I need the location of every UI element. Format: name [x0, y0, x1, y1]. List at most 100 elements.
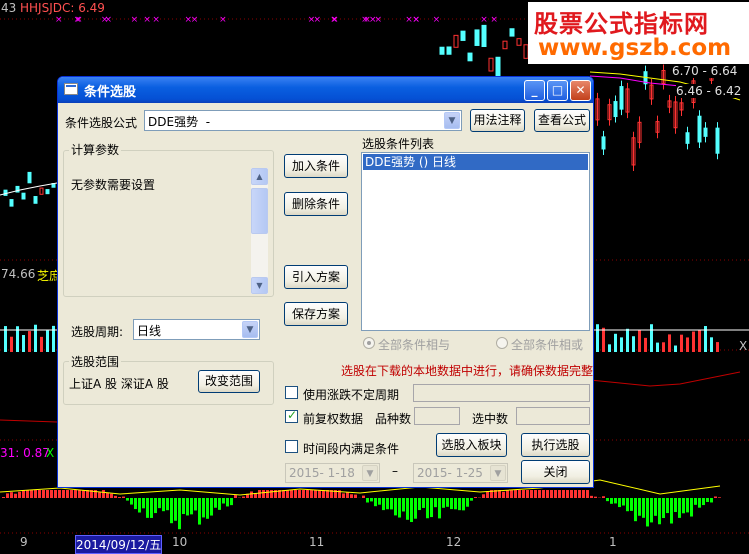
macd-bar [194, 498, 197, 511]
period-select[interactable]: 日线 ▼ [133, 319, 260, 340]
macd-bar [386, 498, 389, 510]
macd-bar [646, 498, 649, 527]
macd-bar [66, 490, 69, 498]
minimize-button[interactable]: _ [524, 80, 545, 101]
save-plan-button[interactable]: 保存方案 [284, 302, 348, 326]
macd-bar [102, 490, 105, 498]
macd-bar [46, 490, 49, 498]
macd-bar [242, 496, 245, 498]
time-range-label: 时间段内满足条件 [303, 442, 400, 456]
signal-marker: × [131, 15, 139, 25]
macd-bar [482, 494, 485, 498]
macd-bar [226, 498, 229, 507]
data-notice: 选股在下载的本地数据中进行，请确保数据完整 [341, 364, 594, 378]
scroll-up-icon[interactable]: ▲ [251, 168, 268, 185]
close-button[interactable]: 关闭 [521, 460, 590, 484]
dialog-titlebar[interactable]: 条件选股 _ □ ✕ [58, 77, 593, 103]
chevron-down-icon[interactable]: ▼ [242, 321, 258, 338]
macd-bar [594, 496, 597, 498]
macd-bar [134, 498, 137, 510]
macd-bar [450, 498, 453, 510]
macd-bar [454, 498, 457, 510]
maximize-button[interactable]: □ [547, 80, 568, 101]
condition-list[interactable]: DDE强势 () 日线 [361, 152, 590, 331]
macd-bar [630, 498, 633, 511]
candlestick [446, 46, 452, 55]
calc-params-group [63, 150, 274, 297]
params-scrollbar[interactable]: ▲ ▼ [251, 168, 268, 294]
macd-bar [406, 498, 409, 520]
date-separator: – [392, 464, 398, 478]
import-plan-button[interactable]: 引入方案 [284, 265, 348, 289]
macd-bar [146, 498, 149, 518]
variable-period-checkbox[interactable] [285, 386, 298, 399]
ma-line [589, 371, 741, 387]
scroll-down-icon[interactable]: ▼ [251, 277, 268, 294]
volume-bar [40, 336, 43, 352]
volume-bar [22, 335, 25, 352]
candlestick [685, 132, 690, 144]
macd-bar [314, 490, 317, 498]
macd-bar [502, 491, 505, 498]
signal-marker: × [55, 15, 63, 25]
macd-bar [206, 498, 209, 519]
macd-bar [434, 498, 437, 508]
signal-marker: × [331, 15, 339, 25]
macd-bar [610, 498, 613, 504]
volume-bar [710, 337, 713, 352]
pre-adjust-checkbox[interactable] [285, 408, 298, 423]
macd-bar [522, 490, 525, 498]
macd-bar [618, 498, 621, 508]
macd-bar [22, 490, 25, 498]
candlestick [33, 196, 38, 204]
time-range-checkbox[interactable] [285, 440, 298, 453]
lower-indicator-suffix: X [46, 446, 55, 460]
calc-params-title: 计算参数 [69, 141, 122, 158]
chevron-down-icon[interactable]: ▼ [490, 465, 506, 481]
volume-bar [596, 324, 599, 352]
chevron-down-icon[interactable]: ▼ [444, 112, 460, 129]
macd-bar [78, 490, 81, 498]
run-selection-button[interactable]: 执行选股 [521, 433, 590, 457]
volume-bar [680, 334, 683, 352]
macd-bar [50, 490, 53, 498]
radio-all-and[interactable] [363, 337, 375, 349]
candlestick [27, 171, 32, 184]
candlestick [715, 127, 720, 154]
indicator-label: HHJSJDC: 6.49 [20, 1, 105, 15]
formula-select[interactable]: DDE强势 - ▼ [144, 110, 462, 131]
signal-marker: × [185, 15, 193, 25]
scrollbar-thumb[interactable] [251, 188, 268, 234]
macd-bar [474, 497, 477, 498]
help-button[interactable]: 用法注释 [470, 109, 525, 132]
radio-all-or[interactable] [496, 337, 508, 349]
macd-bar [694, 498, 697, 505]
candlestick [619, 86, 624, 110]
macd-bar [674, 498, 677, 513]
date-from-picker[interactable]: 2015- 1-18 ▼ [285, 463, 380, 483]
macd-bar [118, 497, 121, 498]
macd-bar [74, 490, 77, 498]
date-to-picker[interactable]: 2015- 1-25 ▼ [413, 463, 508, 483]
macd-bar [514, 490, 517, 498]
lower-indicator-label: 31: 0.87 [0, 446, 50, 460]
delete-condition-button[interactable]: 删除条件 [284, 192, 348, 216]
view-formula-button[interactable]: 查看公式 [534, 109, 590, 132]
macd-bar [678, 498, 681, 518]
close-window-button[interactable]: ✕ [570, 80, 591, 101]
signal-marker: × [369, 15, 377, 25]
macd-bar [374, 498, 377, 507]
add-condition-button[interactable]: 加入条件 [284, 154, 348, 178]
macd-bar [342, 493, 345, 498]
macd-bar [286, 490, 289, 498]
change-scope-button[interactable]: 改变范围 [198, 370, 260, 393]
macd-bar [438, 498, 441, 519]
list-item[interactable]: DDE强势 () 日线 [363, 154, 588, 170]
macd-bar [234, 495, 237, 498]
volume-bar [716, 342, 719, 352]
left-value: 74.66 [1, 267, 36, 281]
volume-bar [626, 328, 629, 352]
select-to-block-button[interactable]: 选股入板块 [436, 433, 507, 457]
chevron-down-icon[interactable]: ▼ [362, 465, 378, 481]
macd-bar [230, 498, 233, 506]
